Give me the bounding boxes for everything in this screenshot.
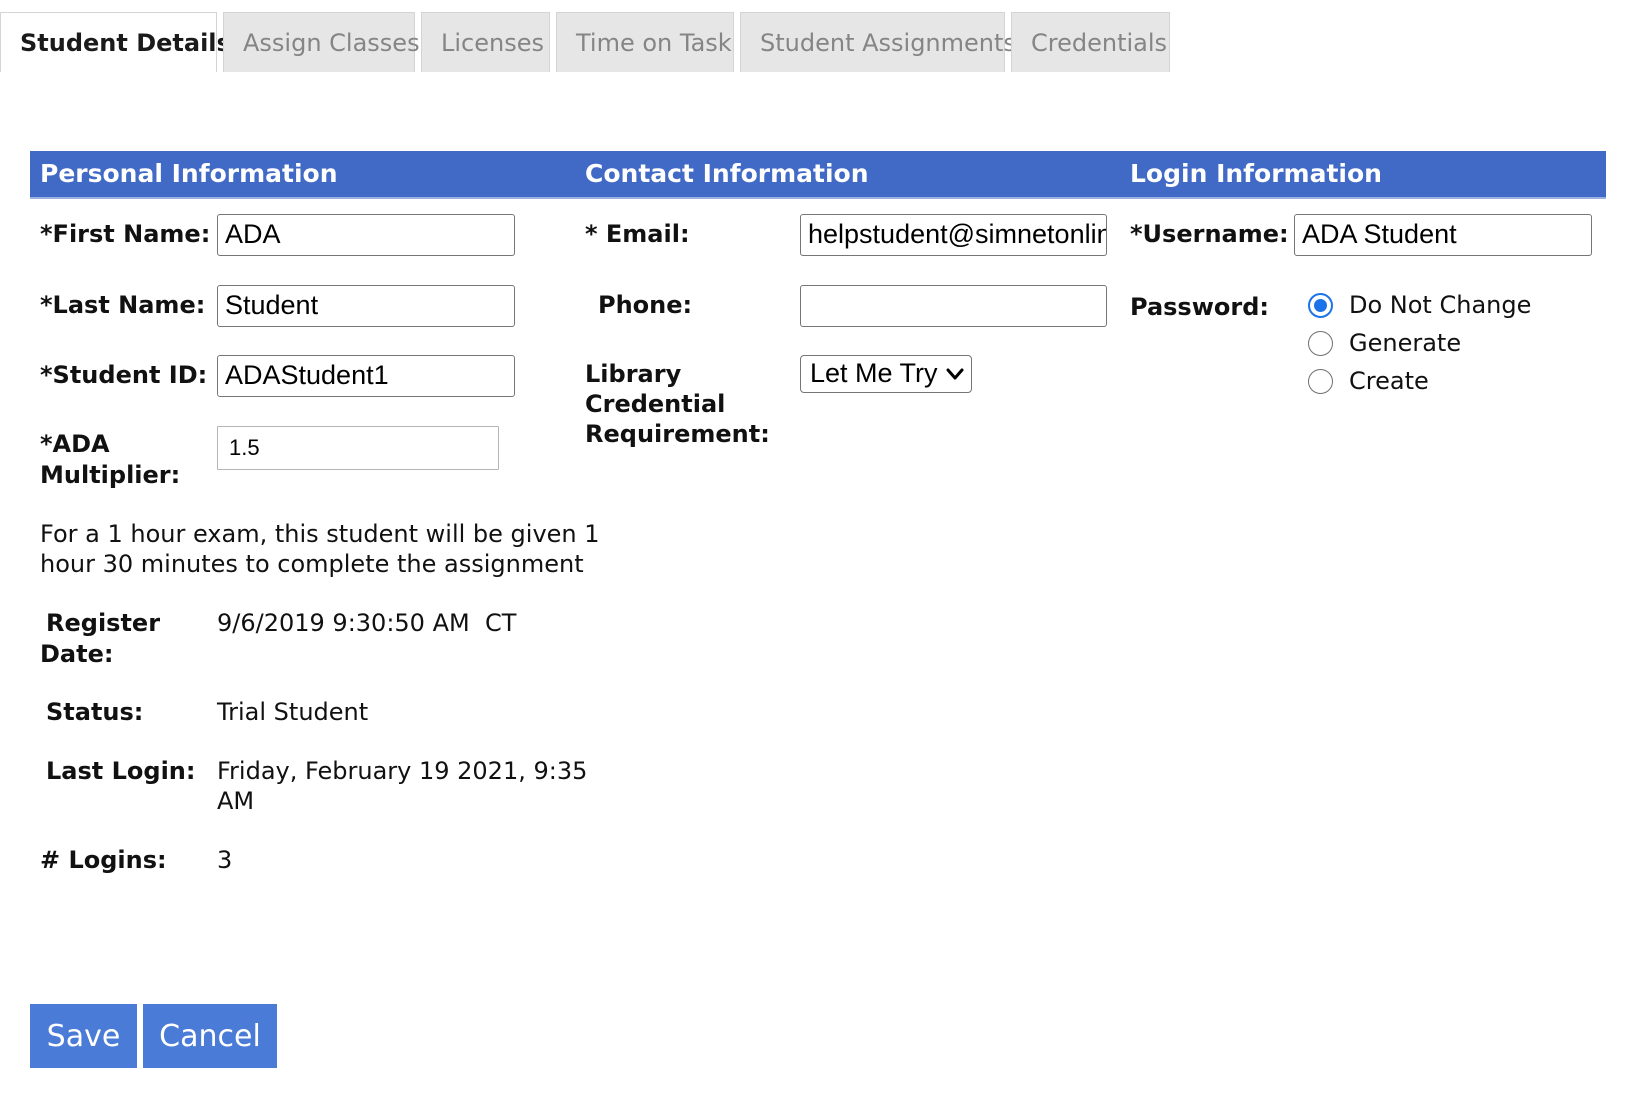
password-option-label: Create <box>1349 367 1429 395</box>
tab-assign-classes[interactable]: Assign Classes <box>223 12 420 72</box>
section-header-band: Personal Information Contact Information… <box>30 151 1606 199</box>
last-login-value-line2: AM <box>217 787 255 815</box>
ada-time-note-line1: For a 1 hour exam, this student will be … <box>40 520 600 548</box>
status-value: Trial Student <box>217 698 369 726</box>
last-login-label: Last Login: <box>46 757 196 785</box>
first-name-input[interactable]: ADA <box>217 214 515 256</box>
ada-time-note: For a 1 hour exam, this student will be … <box>40 519 600 579</box>
login-information-heading: Login Information <box>1130 159 1382 188</box>
contact-information-heading: Contact Information <box>585 159 869 188</box>
phone-input[interactable] <box>800 285 1107 327</box>
student-id-label: *Student ID: <box>40 361 208 389</box>
last-login-value: Friday, February 19 2021, 9:35 AM <box>217 756 587 816</box>
password-option-do-not-change[interactable]: Do Not Change <box>1308 288 1531 322</box>
email-label: * Email: <box>585 220 690 248</box>
library-credential-select[interactable]: Let Me Try <box>800 355 972 393</box>
ada-multiplier-label-line1: *ADA <box>40 430 110 458</box>
personal-information-heading: Personal Information <box>40 159 338 188</box>
last-login-value-line1: Friday, February 19 2021, 9:35 <box>217 757 588 785</box>
library-credential-label-line2: Credential <box>585 390 726 418</box>
logins-value: 3 <box>217 846 233 874</box>
password-option-create[interactable]: Create <box>1308 364 1429 398</box>
radio-selected-icon[interactable] <box>1308 292 1333 318</box>
password-label: Password: <box>1130 293 1269 321</box>
register-date-value: 9/6/2019 9:30:50 AM CT <box>217 609 517 637</box>
student-id-input[interactable]: ADAStudent1 <box>217 355 515 397</box>
tab-licenses[interactable]: Licenses <box>421 12 550 72</box>
ada-multiplier-label-line2: Multiplier: <box>40 461 181 489</box>
cancel-button[interactable]: Cancel <box>143 1004 277 1068</box>
tab-bar: Student Details Assign Classes Licenses … <box>0 12 1176 72</box>
library-credential-label-line1: Library <box>585 360 682 388</box>
tab-student-details[interactable]: Student Details <box>0 12 231 72</box>
status-label: Status: <box>46 698 144 726</box>
register-date-label-line1: Register <box>46 609 161 637</box>
tab-time-on-task[interactable]: Time on Task <box>556 12 734 72</box>
username-label: *Username: <box>1130 220 1289 248</box>
username-input[interactable]: ADA Student <box>1294 214 1592 256</box>
radio-unselected-icon[interactable] <box>1308 330 1333 356</box>
phone-label: Phone: <box>598 291 693 319</box>
radio-unselected-icon[interactable] <box>1308 368 1333 394</box>
last-name-label: *Last Name: <box>40 291 206 319</box>
tab-credentials[interactable]: Credentials <box>1011 12 1170 72</box>
register-date-label-line2: Date: <box>40 640 114 668</box>
chevron-down-icon <box>946 368 964 380</box>
register-date-label: Register Date: <box>40 608 161 670</box>
ada-multiplier-input[interactable]: 1.5 <box>217 426 499 470</box>
password-option-label: Generate <box>1349 329 1462 357</box>
ada-multiplier-label: *ADA Multiplier: <box>40 429 180 491</box>
save-button[interactable]: Save <box>30 1004 137 1068</box>
library-credential-selected-value: Let Me Try <box>810 358 938 388</box>
first-name-label: *First Name: <box>40 220 211 248</box>
ada-time-note-line2: hour 30 minutes to complete the assignme… <box>40 550 584 578</box>
email-input[interactable]: helpstudent@simnetonline <box>800 214 1107 256</box>
password-option-label: Do Not Change <box>1349 291 1532 319</box>
last-name-input[interactable]: Student <box>217 285 515 327</box>
library-credential-label-line3: Requirement: <box>585 420 770 448</box>
library-credential-label: Library Credential Requirement: <box>585 359 770 449</box>
logins-label: # Logins: <box>40 846 167 874</box>
tab-student-assignments[interactable]: Student Assignments <box>740 12 1016 72</box>
password-option-generate[interactable]: Generate <box>1308 326 1461 360</box>
